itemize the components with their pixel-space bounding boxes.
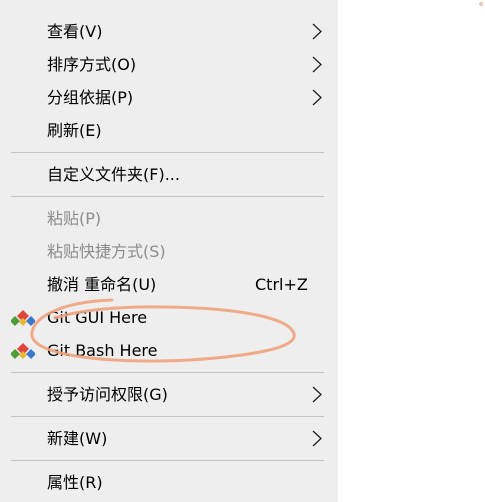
menu-item-give-access[interactable]: 授予访问权限(G) (0, 378, 338, 411)
menu-item-label: Git GUI Here (47, 308, 148, 327)
context-menu: 查看(V) 排序方式(O) 分组依据(P) 刷新(E) 自定义文件夹(F)...… (0, 0, 338, 502)
menu-item-paste-shortcut: 粘贴快捷方式(S) (0, 235, 338, 268)
menu-item-label: 排序方式(O) (47, 55, 137, 74)
chevron-right-icon (312, 430, 322, 447)
menu-item-label: 刷新(E) (47, 121, 102, 140)
menu-item-paste: 粘贴(P) (0, 202, 338, 235)
git-gui-icon (11, 310, 35, 326)
chevron-right-icon (312, 386, 322, 403)
menu-item-label: Git Bash Here (47, 341, 158, 360)
menu-item-label: 粘贴(P) (47, 209, 102, 228)
menu-item-label: 分组依据(P) (47, 88, 134, 107)
chevron-right-icon (312, 56, 322, 73)
menu-item-undo-rename[interactable]: 撤消 重命名(U) Ctrl+Z (0, 268, 338, 301)
menu-item-git-gui-here[interactable]: Git GUI Here (0, 301, 338, 334)
menu-item-sort-by[interactable]: 排序方式(O) (0, 48, 338, 81)
menu-item-label: 授予访问权限(G) (47, 385, 168, 404)
menu-item-group-by[interactable]: 分组依据(P) (0, 81, 338, 114)
menu-item-view[interactable]: 查看(V) (0, 15, 338, 48)
menu-separator (11, 372, 324, 373)
git-bash-icon (11, 343, 35, 359)
menu-item-git-bash-here[interactable]: Git Bash Here (0, 334, 338, 367)
menu-item-customize-folder[interactable]: 自定义文件夹(F)... (0, 158, 338, 191)
menu-item-new[interactable]: 新建(W) (0, 422, 338, 455)
menu-separator (11, 460, 324, 461)
menu-item-label: 自定义文件夹(F)... (47, 165, 180, 184)
menu-item-refresh[interactable]: 刷新(E) (0, 114, 338, 147)
menu-item-label: 查看(V) (47, 22, 103, 41)
chevron-right-icon (312, 23, 322, 40)
menu-separator (11, 152, 324, 153)
menu-item-label: 新建(W) (47, 429, 108, 448)
menu-item-label: 撤消 重命名(U) (47, 275, 157, 294)
menu-separator (11, 196, 324, 197)
menu-item-label: 粘贴快捷方式(S) (47, 242, 166, 261)
chevron-right-icon (312, 89, 322, 106)
stray-mark (479, 2, 483, 6)
menu-separator (11, 416, 324, 417)
shortcut-text: Ctrl+Z (255, 275, 308, 294)
menu-item-properties[interactable]: 属性(R) (0, 466, 338, 499)
menu-item-label: 属性(R) (47, 473, 103, 492)
